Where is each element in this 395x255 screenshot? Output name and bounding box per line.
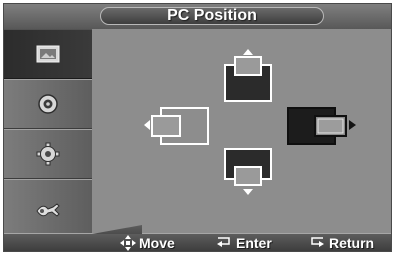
move-label: Move xyxy=(139,235,175,251)
return-label: Return xyxy=(329,235,375,251)
sidebar-item-picture[interactable] xyxy=(4,29,92,79)
position-left-button[interactable] xyxy=(144,106,212,146)
sound-icon xyxy=(38,94,58,114)
footer-hint-bar: Move Enter Return xyxy=(4,225,391,251)
return-hint: Return xyxy=(308,235,374,251)
position-panel xyxy=(92,29,391,233)
sidebar-item-sound[interactable] xyxy=(4,79,92,129)
enter-hint: Enter xyxy=(215,235,272,251)
position-up-icon xyxy=(224,49,272,102)
input-icon xyxy=(36,203,60,217)
page-title: PC Position xyxy=(100,7,324,25)
position-right-icon xyxy=(287,107,356,145)
move-hint: Move xyxy=(120,235,175,251)
sidebar-item-input[interactable] xyxy=(4,179,92,241)
position-down-button[interactable] xyxy=(223,147,273,197)
position-right-button[interactable] xyxy=(286,106,358,146)
return-icon xyxy=(308,236,326,250)
enter-icon xyxy=(215,236,233,250)
enter-label: Enter xyxy=(236,235,272,251)
move-arrows-icon xyxy=(120,235,136,251)
sidebar-menu xyxy=(4,29,92,241)
title-bar: PC Position xyxy=(4,4,391,30)
position-up-button[interactable] xyxy=(223,49,273,104)
picture-icon xyxy=(36,45,60,63)
position-left-icon xyxy=(144,107,209,145)
setup-icon xyxy=(36,142,60,166)
osd-window: PC Position Move Enter Return xyxy=(3,3,392,252)
sidebar-item-setup[interactable] xyxy=(4,129,92,179)
position-down-icon xyxy=(224,148,272,195)
